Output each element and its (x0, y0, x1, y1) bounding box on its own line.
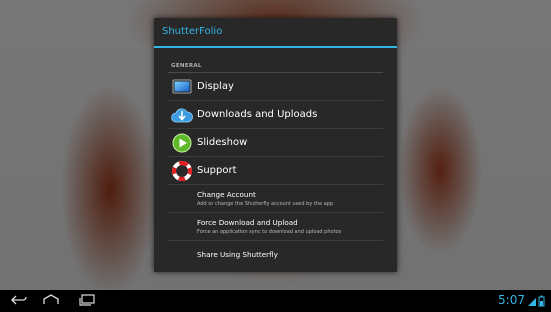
setting-force-sync[interactable]: Force Download and Upload Force an appli… (168, 213, 383, 241)
recent-apps-icon[interactable] (76, 293, 98, 307)
setting-title: Force Download and Upload (197, 217, 298, 227)
back-icon[interactable] (8, 293, 30, 307)
setting-title: Share Using Shutterfly (197, 249, 278, 259)
settings-dialog: ShutterFolio GENERAL Display Downloads a… (154, 18, 397, 272)
dialog-title: ShutterFolio (154, 18, 397, 48)
menu-item-slideshow[interactable]: Slideshow (168, 129, 383, 157)
play-icon (171, 132, 193, 154)
menu-item-support[interactable]: Support (168, 157, 383, 185)
menu-item-label: Display (197, 81, 234, 92)
setting-title: Change Account (197, 189, 256, 199)
menu-item-downloads-uploads[interactable]: Downloads and Uploads (168, 101, 383, 129)
menu-item-label: Support (197, 165, 237, 176)
status-clock[interactable]: 5:07 (498, 291, 525, 309)
menu-item-label: Slideshow (197, 137, 248, 148)
setting-change-account[interactable]: Change Account Add or change the Shutter… (168, 185, 383, 213)
section-header-general: GENERAL (168, 60, 383, 73)
menu-item-display[interactable]: Display (168, 73, 383, 101)
lifebuoy-icon (171, 160, 193, 182)
home-icon[interactable] (40, 293, 62, 307)
setting-share-shutterfly[interactable]: Share Using Shutterfly (168, 241, 383, 268)
settings-list: GENERAL Display Downloads and Uploads Sl… (154, 60, 397, 268)
menu-item-label: Downloads and Uploads (197, 109, 318, 120)
setting-summary: Force an application sync to download an… (197, 228, 342, 235)
cloud-transfer-icon (171, 104, 193, 126)
display-icon (171, 76, 193, 98)
signal-battery-icon[interactable] (527, 293, 547, 307)
system-nav-bar: 5:07 (0, 290, 551, 310)
setting-summary: Add or change the Shutterfly account use… (197, 200, 334, 207)
